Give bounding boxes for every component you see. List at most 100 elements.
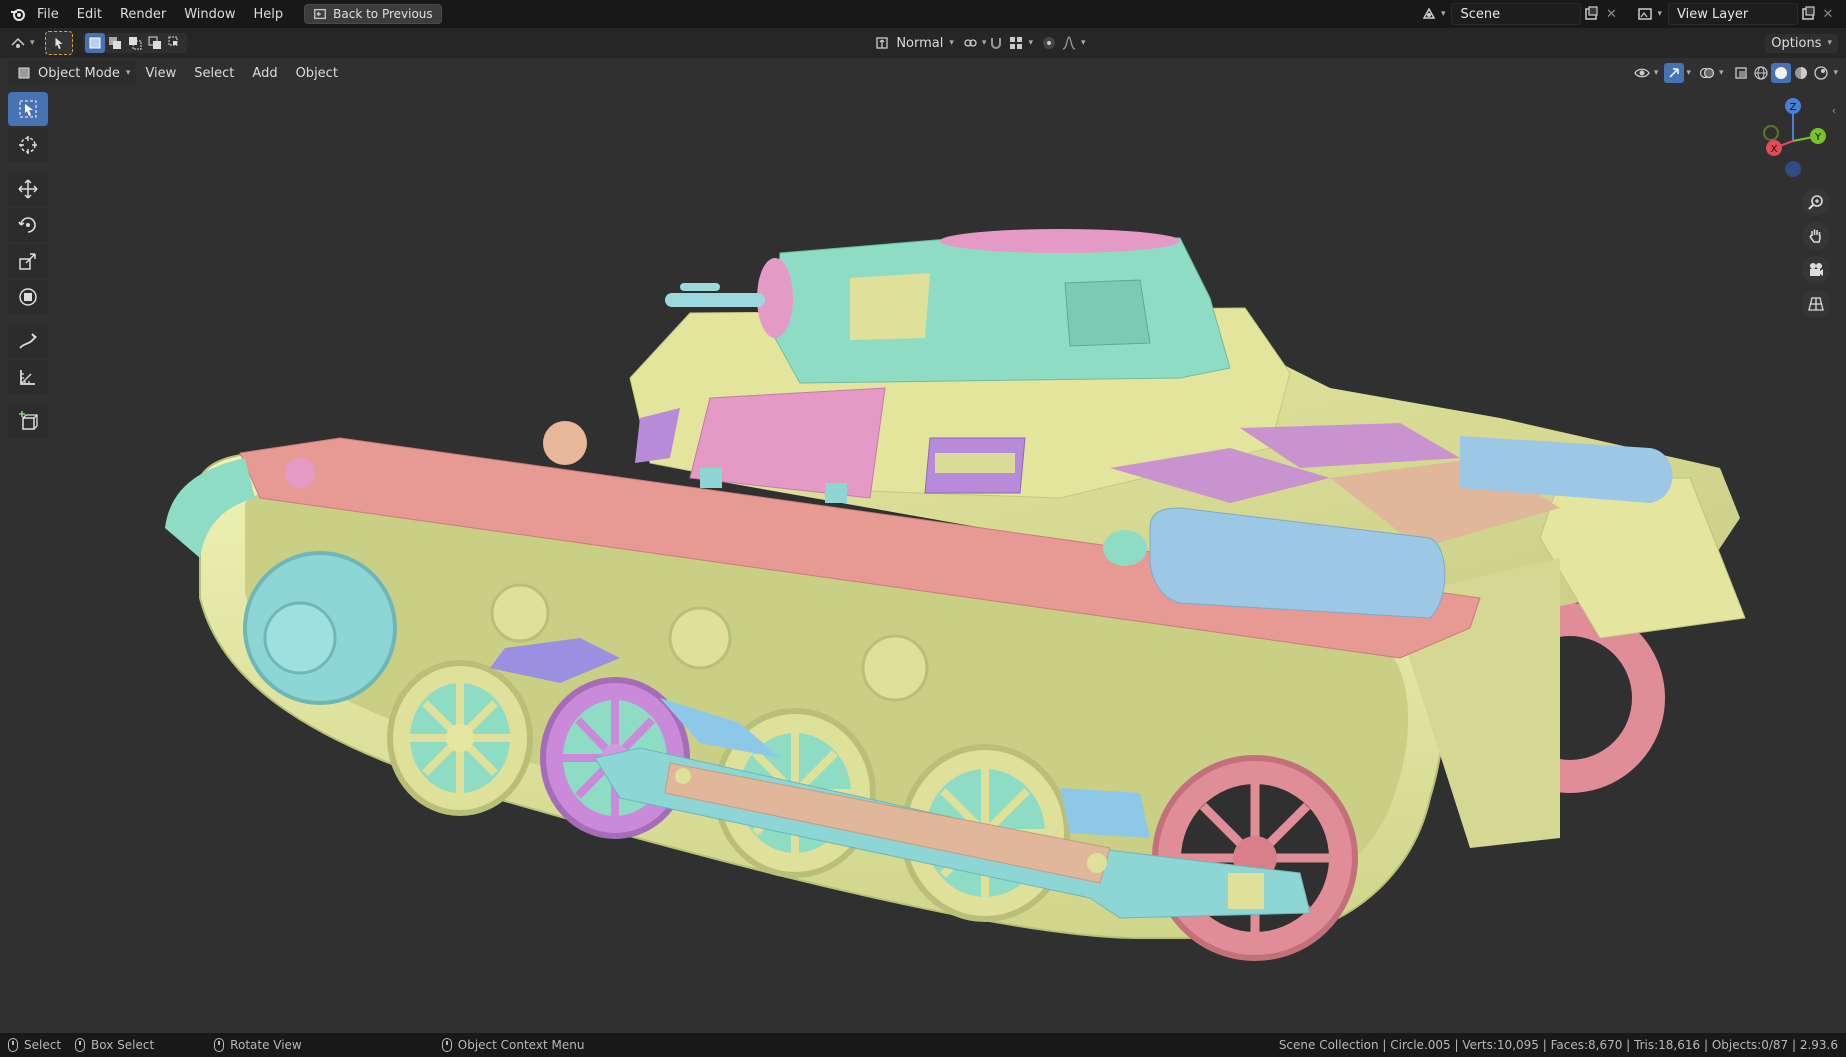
close-scene-icon[interactable]: ✕ (1601, 4, 1621, 24)
move-icon (18, 179, 38, 199)
select-extend-icon[interactable] (105, 33, 125, 53)
exhaust-pipe (1103, 530, 1147, 566)
back-to-previous-label: Back to Previous (333, 7, 433, 21)
view-layer-field[interactable]: View Layer (1668, 3, 1798, 25)
zoom-icon (1808, 195, 1823, 210)
status-bar: Select Box Select Rotate View Object Con… (0, 1033, 1846, 1057)
annotate-tool[interactable] (8, 324, 48, 358)
close-view-layer-icon[interactable]: ✕ (1818, 4, 1838, 24)
shock-absorber-2 (1060, 788, 1150, 838)
select-box-tool[interactable] (8, 92, 48, 126)
xray-icon[interactable] (1731, 63, 1751, 83)
add-cube-tool[interactable] (8, 404, 48, 438)
status-select-label: Select (24, 1038, 62, 1052)
menu-help[interactable]: Help (245, 3, 293, 26)
selection-mode-group (82, 33, 187, 53)
transform-tool[interactable] (8, 280, 48, 314)
object-mode-chevron-icon: ▾ (125, 68, 131, 78)
front-light (285, 458, 315, 488)
rendered-shading-icon[interactable] (1811, 63, 1831, 83)
status-context-menu-label: Object Context Menu (457, 1038, 585, 1052)
3d-viewport[interactable] (0, 58, 1846, 1033)
menu-render[interactable]: Render (111, 3, 175, 26)
visibility-chevron-icon[interactable]: ▾ (1654, 68, 1659, 78)
transform-orientation-dropdown[interactable]: Normal ▾ (866, 31, 960, 55)
viewport-menu-select[interactable]: Select (185, 62, 243, 85)
coax-gun (680, 283, 720, 291)
viewport-menu-view[interactable]: View (136, 62, 185, 85)
menu-file[interactable]: File (28, 3, 68, 26)
editor-type-icon[interactable] (8, 33, 28, 53)
return-roller-2 (668, 606, 732, 670)
viewport-menu-add[interactable]: Add (243, 62, 286, 85)
perspective-toggle-button[interactable] (1802, 290, 1830, 318)
shading-chevron-icon[interactable]: ▾ (1833, 68, 1838, 78)
solid-shading-icon[interactable] (1771, 63, 1792, 83)
tank-model-render (165, 229, 1746, 961)
main-gun-barrel (665, 293, 765, 307)
back-to-previous-button[interactable]: Back to Previous (304, 4, 442, 24)
road-wheel-1 (387, 660, 533, 816)
menu-window[interactable]: Window (175, 3, 244, 26)
falloff-chevron-icon[interactable]: ▾ (1081, 38, 1086, 48)
move-tool[interactable] (8, 172, 48, 206)
return-roller-1 (490, 583, 550, 643)
material-shading-icon[interactable] (1791, 63, 1811, 83)
sidebar-toggle-icon[interactable]: ‹ (1824, 100, 1844, 120)
menu-edit[interactable]: Edit (68, 3, 111, 26)
camera-icon (1810, 263, 1823, 276)
snap-icon[interactable] (986, 33, 1006, 53)
options-dropdown[interactable]: Options ▾ (1765, 33, 1838, 53)
active-tool-select-icon[interactable] (44, 31, 73, 55)
scene-chevron-icon[interactable]: ▾ (1441, 9, 1446, 19)
transform-orientation-value: Normal (896, 35, 944, 51)
view-layer-chevron-icon[interactable]: ▾ (1657, 9, 1662, 19)
zoom-button[interactable] (1802, 188, 1830, 216)
mouse-right-icon (441, 1038, 452, 1052)
snap-target-icon[interactable] (1006, 33, 1026, 53)
measure-tool[interactable] (8, 360, 48, 394)
gizmo-toggle-icon[interactable] (1664, 63, 1685, 83)
gizmo-y-label: Y (1814, 132, 1822, 143)
turret-vision-right (1064, 279, 1151, 347)
falloff-icon[interactable] (1059, 33, 1079, 53)
scene-icon[interactable] (1419, 4, 1439, 24)
add-cube-icon (19, 411, 38, 430)
scale-icon (19, 253, 36, 270)
overlays-chevron-icon[interactable]: ▾ (1719, 68, 1724, 78)
select-subtract-icon[interactable] (125, 33, 145, 53)
new-scene-icon[interactable] (1581, 4, 1601, 24)
new-view-layer-icon[interactable] (1798, 4, 1818, 24)
editor-type-chevron-icon[interactable]: ▾ (30, 38, 35, 48)
scale-tool[interactable] (8, 244, 48, 278)
select-intersect-icon[interactable] (165, 33, 185, 53)
view-layer-value: View Layer (1677, 6, 1749, 22)
visibility-icon[interactable] (1632, 63, 1652, 83)
cursor-tool[interactable] (8, 128, 48, 162)
viewport-menu-object[interactable]: Object (287, 62, 347, 85)
measure-icon (20, 370, 35, 385)
left-toolbar (8, 92, 48, 438)
rotate-tool[interactable] (8, 208, 48, 242)
overlays-icon[interactable] (1697, 63, 1717, 83)
blender-logo-icon[interactable] (8, 4, 28, 24)
select-invert-icon[interactable] (145, 33, 165, 53)
object-mode-dropdown[interactable]: Object Mode ▾ (8, 61, 137, 85)
wireframe-shading-icon[interactable] (1751, 63, 1771, 83)
status-rotate-view-label: Rotate View (230, 1038, 302, 1052)
snap-chevron-icon[interactable]: ▾ (1028, 38, 1033, 48)
camera-view-button[interactable] (1802, 256, 1830, 284)
turret (774, 237, 1231, 384)
view-layer-icon[interactable] (1635, 4, 1655, 24)
viewport-header: Object Mode ▾ View Select Add Object ▾ ▾… (0, 58, 1846, 88)
select-new-icon[interactable] (84, 33, 105, 53)
pivot-point-icon[interactable] (960, 33, 980, 53)
vision-block (935, 453, 1015, 473)
navigation-tools (1802, 188, 1830, 318)
mouse-middle-icon (214, 1038, 225, 1052)
proportional-edit-icon[interactable] (1039, 33, 1059, 53)
pan-button[interactable] (1802, 222, 1830, 250)
scene-field[interactable]: Scene (1451, 3, 1582, 25)
navigation-gizmo[interactable]: Z Y X (1758, 96, 1828, 186)
gizmo-chevron-icon[interactable]: ▾ (1686, 68, 1691, 78)
